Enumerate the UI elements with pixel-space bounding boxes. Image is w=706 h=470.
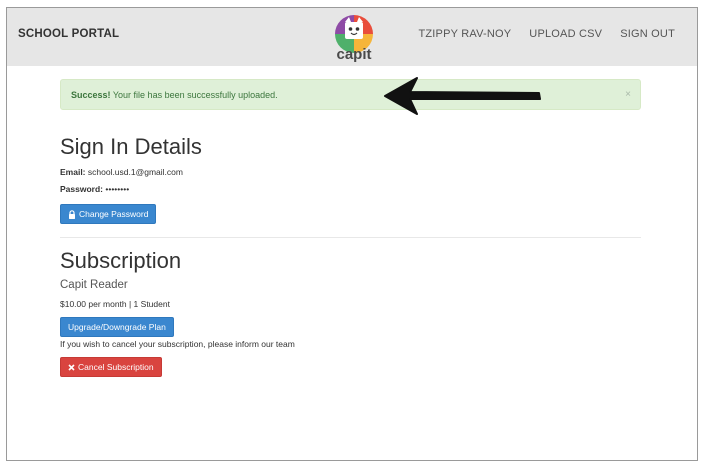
arrow-annotation-icon bbox=[379, 72, 549, 127]
nav-sign-out[interactable]: SIGN OUT bbox=[620, 28, 675, 40]
cancel-subscription-button[interactable]: Cancel Subscription bbox=[60, 357, 162, 377]
email-value: school.usd.1@gmail.com bbox=[85, 167, 183, 177]
upgrade-downgrade-label: Upgrade/Downgrade Plan bbox=[68, 322, 166, 332]
capit-logo-icon[interactable]: capit bbox=[331, 11, 377, 63]
cancel-subscription-label: Cancel Subscription bbox=[78, 362, 154, 372]
change-password-label: Change Password bbox=[79, 209, 149, 219]
alert-message: Success! Your file has been successfully… bbox=[71, 90, 278, 100]
section-divider bbox=[60, 237, 641, 238]
change-password-button[interactable]: Change Password bbox=[60, 204, 157, 224]
lock-icon bbox=[68, 209, 76, 219]
cancel-note: If you wish to cancel your subscription,… bbox=[60, 339, 295, 349]
sign-in-title: Sign In Details bbox=[60, 134, 202, 159]
upgrade-downgrade-button[interactable]: Upgrade/Downgrade Plan bbox=[60, 317, 174, 337]
brand-link[interactable]: SCHOOL PORTAL bbox=[18, 28, 119, 40]
subscription-title: Subscription bbox=[60, 248, 182, 273]
password-row: Password: •••••••• bbox=[60, 184, 129, 194]
navbar: SCHOOL PORTAL capit TZIPPY RAV-NOY UPLOA… bbox=[7, 8, 697, 66]
nav-user-name[interactable]: TZIPPY RAV-NOY bbox=[418, 28, 511, 40]
email-row: Email: school.usd.1@gmail.com bbox=[60, 167, 183, 177]
alert-body: Your file has been successfully uploaded… bbox=[110, 90, 278, 100]
nav-upload-csv[interactable]: UPLOAD CSV bbox=[529, 28, 602, 40]
nav-links: TZIPPY RAV-NOY UPLOAD CSV SIGN OUT bbox=[418, 28, 675, 40]
alert-strong: Success! bbox=[71, 90, 111, 100]
close-x-icon[interactable]: × bbox=[625, 89, 631, 100]
plan-price: $10.00 per month | 1 Student bbox=[60, 299, 170, 309]
password-label: Password: bbox=[60, 184, 103, 194]
logo-text: capit bbox=[336, 46, 371, 63]
password-value: •••••••• bbox=[103, 184, 130, 194]
close-icon bbox=[68, 363, 75, 371]
browser-frame: SCHOOL PORTAL capit TZIPPY RAV-NOY UPLOA… bbox=[6, 7, 698, 461]
email-label: Email: bbox=[60, 167, 86, 177]
plan-name: Capit Reader bbox=[60, 279, 128, 291]
success-alert: Success! Your file has been successfully… bbox=[60, 79, 641, 110]
